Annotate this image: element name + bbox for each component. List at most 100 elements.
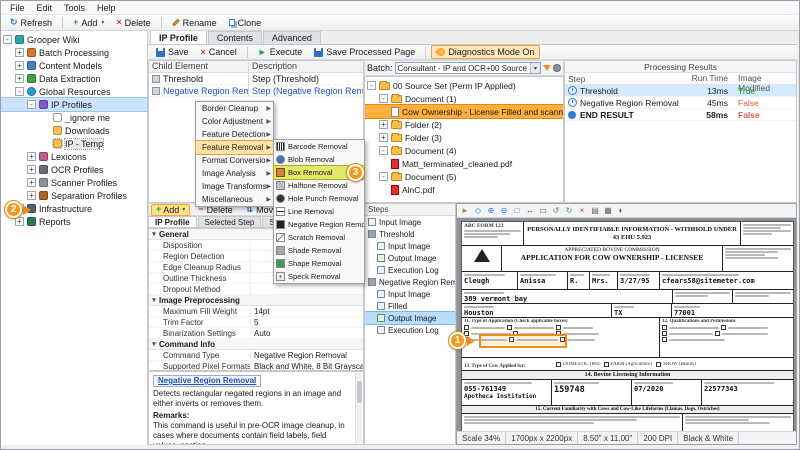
filter-icon[interactable]: [543, 65, 551, 71]
menu-edit[interactable]: Edit: [31, 1, 59, 14]
tree-node-selected-page[interactable]: Cow Ownership - License Filled and scann…: [365, 105, 563, 118]
tab-ip-profile-props[interactable]: IP Profile: [148, 216, 197, 227]
tree-node-content-models[interactable]: + Content Models: [1, 59, 147, 72]
expander-icon[interactable]: +: [15, 74, 24, 83]
expander-icon[interactable]: +: [27, 191, 36, 200]
tree-node-folder-2[interactable]: + Folder (2): [365, 118, 563, 131]
save-processed-page-button[interactable]: Save Processed Page: [309, 46, 420, 58]
fit-page-icon[interactable]: ▭: [537, 205, 549, 217]
tab-contents[interactable]: Contents: [208, 31, 262, 44]
step-threshold-output[interactable]: Output Image: [365, 252, 455, 264]
table-row[interactable]: Threshold 13ms True: [565, 85, 796, 97]
tree-node-document-5[interactable]: - Document (5): [365, 170, 563, 183]
menu-item-image-transforms[interactable]: Image Transforms▶: [196, 180, 273, 193]
category-command-info[interactable]: ▾ Command Info: [149, 339, 363, 350]
menu-item-miscellaneous[interactable]: Miscellaneous▶: [196, 193, 273, 206]
expander-icon[interactable]: +: [15, 217, 24, 226]
refresh-button[interactable]: ↻ Refresh: [5, 17, 57, 29]
prop-row-command-type[interactable]: Command Type Negative Region Removal: [149, 350, 363, 361]
prop-value[interactable]: Auto: [251, 329, 363, 338]
expander-icon[interactable]: +: [379, 133, 388, 142]
delete-button[interactable]: × Delete: [111, 17, 155, 29]
menu-file[interactable]: File: [4, 1, 31, 14]
step-nrr-output[interactable]: Output Image: [365, 312, 455, 324]
tree-node-batch-processing[interactable]: + Batch Processing: [1, 46, 147, 59]
submenu-item-shape-removal[interactable]: Shape Removal: [274, 257, 364, 270]
submenu-item-hole-punch-removal[interactable]: Hole Punch Removal: [274, 192, 364, 205]
tree-node-lexicons[interactable]: + Lexicons: [1, 150, 147, 163]
step-nrr-filled[interactable]: Filled: [365, 300, 455, 312]
expander-icon[interactable]: -: [379, 172, 388, 181]
select-icon[interactable]: ►: [459, 205, 471, 217]
settings-icon[interactable]: [553, 64, 561, 72]
expander-icon[interactable]: +: [27, 165, 36, 174]
expander-icon[interactable]: -: [3, 35, 12, 44]
tree-node-document-4[interactable]: - Document (4): [365, 144, 563, 157]
menu-item-feature-removal[interactable]: Feature Removal▶: [196, 141, 273, 154]
column-image-modified[interactable]: Image Modified: [732, 73, 796, 84]
dropdown-arrow-icon[interactable]: ▾: [530, 63, 540, 73]
step-nrr-input[interactable]: Input Image: [365, 288, 455, 300]
thumbnails-icon[interactable]: ▤: [589, 205, 601, 217]
column-run-time[interactable]: Run Time: [690, 73, 732, 84]
zoom-in-icon[interactable]: ⊕: [485, 205, 497, 217]
prop-row-trim-factor[interactable]: Trim Factor 5: [149, 317, 363, 328]
cancel-button[interactable]: × Cancel: [196, 46, 242, 58]
submenu-item-halftone-removal[interactable]: Halftone Removal: [274, 179, 364, 192]
menu-item-border-cleanup[interactable]: Border Cleanup▶: [196, 102, 273, 115]
tree-node-grooper-wiki[interactable]: - Grooper Wiki: [1, 33, 147, 46]
tree-node-folder-3[interactable]: + Folder (3): [365, 131, 563, 144]
grid-icon[interactable]: ▦: [602, 205, 614, 217]
step-nrr-log[interactable]: Execution Log: [365, 324, 455, 336]
rotate-right-icon[interactable]: ↻: [563, 205, 575, 217]
step-threshold[interactable]: Threshold: [365, 228, 455, 240]
add-button[interactable]: + Add ▾: [68, 17, 109, 29]
tree-node-data-extraction[interactable]: + Data Extraction: [1, 72, 147, 85]
submenu-item-barcode-removal[interactable]: Barcode Removal: [274, 140, 364, 153]
expander-icon[interactable]: +: [379, 120, 388, 129]
prop-value[interactable]: Negative Region Removal: [251, 351, 363, 360]
expander-icon[interactable]: -: [15, 87, 24, 96]
table-row[interactable]: Negative Region Removal 45ms False: [565, 97, 796, 109]
prop-row-binarization-settings[interactable]: Binarization Settings Auto: [149, 328, 363, 339]
save-button[interactable]: Save: [151, 46, 194, 58]
prop-row-dropout-method[interactable]: Dropout Method: [149, 284, 363, 295]
batch-combo[interactable]: Consultant - IP and OCR+00 Source Set (P…: [395, 62, 541, 74]
column-step[interactable]: Step: [565, 73, 690, 84]
submenu-item-line-removal[interactable]: Line Removal: [274, 205, 364, 218]
delete-page-icon[interactable]: ×: [576, 205, 588, 217]
expander-icon[interactable]: +: [15, 61, 24, 70]
prop-value[interactable]: 5: [251, 318, 363, 327]
help-title[interactable]: Negative Region Removal: [153, 375, 261, 387]
tree-node-scanner-profiles[interactable]: + Scanner Profiles: [1, 176, 147, 189]
tree-node-separation-profiles[interactable]: + Separation Profiles: [1, 189, 147, 202]
step-threshold-input[interactable]: Input Image: [365, 240, 455, 252]
menu-item-color-adjustment[interactable]: Color Adjustment▶: [196, 115, 273, 128]
tree-node-reports[interactable]: + Reports: [1, 215, 147, 228]
step-negative-region-removal[interactable]: Negative Region Removal: [365, 276, 455, 288]
add-step-button[interactable]: + Add ▾: [151, 204, 190, 216]
step-input-image[interactable]: Input Image: [365, 216, 455, 228]
tree-node-global-resources[interactable]: - Global Resources: [1, 85, 147, 98]
menu-item-feature-detection[interactable]: Feature Detection▶: [196, 128, 273, 141]
prop-value[interactable]: 14pt: [251, 307, 363, 316]
expander-icon[interactable]: -: [379, 94, 388, 103]
menu-help[interactable]: Help: [91, 1, 122, 14]
tree-node-source-set[interactable]: - 00 Source Set (Perm IP Applied): [365, 79, 563, 92]
diagnostics-mode-toggle[interactable]: Diagnostics Mode On: [431, 45, 540, 59]
column-description[interactable]: Description: [249, 61, 363, 72]
tab-selected-step[interactable]: Selected Step: [198, 216, 262, 227]
table-row[interactable]: END RESULT 58ms False: [565, 109, 796, 121]
tab-advanced[interactable]: Advanced: [263, 31, 321, 44]
submenu-item-speck-removal[interactable]: Speck Removal: [274, 270, 364, 283]
tree-node-ocr-profiles[interactable]: + OCR Profiles: [1, 163, 147, 176]
menu-tools[interactable]: Tools: [58, 1, 91, 14]
submenu-item-negative-region-removal[interactable]: Negative Region Removal: [274, 218, 364, 231]
rotate-left-icon[interactable]: ↺: [550, 205, 562, 217]
expander-icon[interactable]: -: [27, 100, 36, 109]
viewer-canvas[interactable]: ABC FORM 123 PERSONALLY IDENTIFIABLE INF…: [457, 218, 796, 431]
scrollbar-thumb[interactable]: [357, 381, 362, 403]
expander-icon[interactable]: +: [15, 48, 24, 57]
invert-icon[interactable]: ◐: [615, 205, 627, 217]
zoom-box-icon[interactable]: □: [511, 205, 523, 217]
